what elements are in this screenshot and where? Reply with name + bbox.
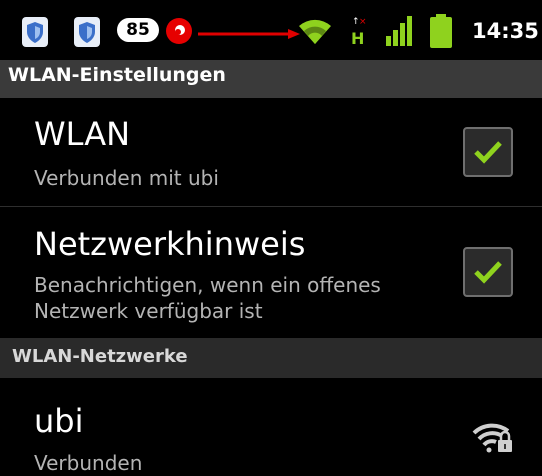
wifi-signal-icon [299,19,331,44]
shield-icon [22,17,48,47]
network-notification-setting[interactable]: Netzwerkhinweis Benachrichtigen, wenn ei… [0,207,542,338]
status-bar-clock: 14:35 [472,19,539,43]
vodafone-icon [166,18,192,44]
setting-summary-line1: Benachrichtigen, wenn ein offenes [34,273,381,297]
shield-icon [74,17,100,47]
screen-title-bar: WLAN-Einstellungen [0,60,542,98]
notification-count-badge: 85 [117,18,159,42]
networks-section-header: WLAN-Netzwerke [0,338,542,378]
section-title: WLAN-Netzwerke [12,346,188,367]
wifi-locked-icon [472,423,512,453]
setting-summary: Verbunden mit ubi [34,166,219,190]
svg-text:×: × [359,17,367,27]
network-notification-checkbox[interactable] [463,247,513,297]
network-ssid: ubi [34,402,84,440]
svg-text:H: H [351,29,364,48]
cell-signal-icon [386,16,412,46]
status-bar: 85 ↑ × H 14:35 [0,0,542,60]
checkmark-icon [474,141,502,164]
annotation-arrow [198,29,300,39]
checkmark-icon [474,261,502,284]
network-status: Verbunden [34,451,143,475]
setting-title: WLAN [34,115,131,153]
setting-title: Netzwerkhinweis [34,225,306,263]
network-list-item[interactable]: ubi Verbunden [0,378,542,475]
page-title: WLAN-Einstellungen [8,64,226,86]
battery-icon [430,14,452,48]
hplus-data-icon: ↑ × H [351,17,367,48]
wlan-checkbox[interactable] [463,127,513,177]
wlan-toggle-setting[interactable]: WLAN Verbunden mit ubi [0,98,542,206]
setting-summary-line2: Netzwerk verfügbar ist [34,299,263,323]
